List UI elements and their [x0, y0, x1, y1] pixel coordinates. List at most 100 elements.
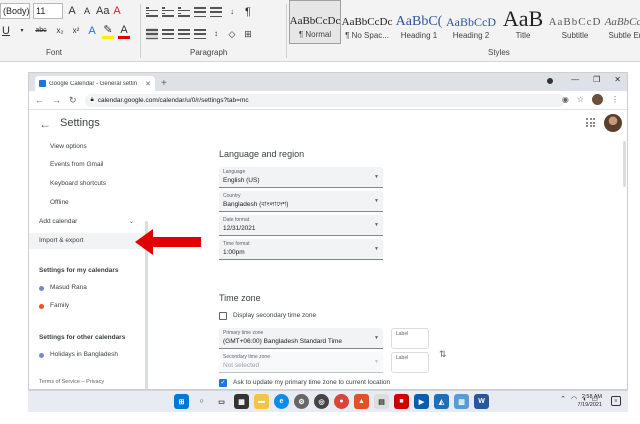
- multilevel-list-icon[interactable]: [178, 6, 190, 18]
- shading-icon[interactable]: ◇: [226, 26, 238, 42]
- photos-icon[interactable]: ◭: [434, 394, 449, 409]
- sidebar-item-offline[interactable]: Offline: [50, 199, 69, 206]
- subscript-icon[interactable]: x₂: [54, 23, 66, 39]
- sidebar-item-keyboard-shortcuts[interactable]: Keyboard shortcuts: [50, 180, 106, 187]
- swap-time-zones-icon[interactable]: ⇅: [439, 349, 447, 360]
- lock-icon: 🔒︎: [90, 96, 94, 103]
- task-view-icon[interactable]: ▭: [214, 394, 229, 409]
- file-explorer-icon[interactable]: ▬: [254, 394, 269, 409]
- align-right-icon[interactable]: [178, 28, 190, 40]
- back-icon[interactable]: ←: [35, 95, 44, 105]
- numbering-icon[interactable]: [162, 6, 174, 18]
- record-icon[interactable]: [547, 78, 553, 84]
- secondary-time-zone-select[interactable]: Secondary time zone Not selected ▼: [219, 352, 383, 373]
- style-name: Subtle Em: [608, 31, 640, 40]
- decrease-indent-icon[interactable]: [194, 6, 206, 18]
- increase-indent-icon[interactable]: [210, 6, 222, 18]
- menu-dots-icon[interactable]: ⋮: [611, 95, 619, 104]
- notification-icon[interactable]: ≡: [611, 396, 621, 406]
- strikethrough-icon[interactable]: abc: [32, 23, 50, 39]
- chrome-icon[interactable]: ●: [334, 394, 349, 409]
- font-name-box[interactable]: (Body): [0, 3, 30, 19]
- date-format-select[interactable]: Date format 12/31/2021 ▼: [219, 215, 383, 236]
- forward-icon[interactable]: →: [52, 95, 61, 105]
- document-icon[interactable]: ▤: [374, 394, 389, 409]
- sidebar-item-family[interactable]: Family: [50, 302, 69, 309]
- maximize-icon[interactable]: ❐: [593, 75, 600, 84]
- sidebar-item-holidays[interactable]: Holidays in Bangladesh: [50, 351, 118, 358]
- sidebar-item-add-calendar[interactable]: Add calendar: [39, 218, 77, 225]
- view-icon[interactable]: ◉: [562, 95, 569, 104]
- superscript-icon[interactable]: x²: [70, 23, 82, 39]
- apps-grid-icon[interactable]: [586, 118, 595, 127]
- sidebar-item-import-export[interactable]: Import & export: [39, 237, 83, 244]
- close-tab-icon[interactable]: ✕: [145, 80, 151, 88]
- new-tab-icon[interactable]: +: [161, 76, 167, 91]
- grow-font-icon[interactable]: A: [66, 3, 78, 19]
- tray-chevron-icon[interactable]: ⌃: [560, 395, 566, 403]
- settings-gear-icon[interactable]: ⚙: [294, 394, 309, 409]
- secondary-label-input[interactable]: Label: [391, 352, 429, 373]
- sidebar-item-masud-rana[interactable]: Masud Rana: [50, 284, 87, 291]
- avatar[interactable]: [604, 114, 622, 132]
- style-no-spacing[interactable]: AaBbCcDc ¶ No Spac...: [341, 0, 393, 44]
- edge-icon[interactable]: e: [274, 394, 289, 409]
- style-heading-1[interactable]: AaBbC( Heading 1: [393, 0, 445, 44]
- close-window-icon[interactable]: ✕: [614, 75, 621, 84]
- browser-tab[interactable]: Google Calendar - General settin ✕: [35, 76, 155, 91]
- country-select[interactable]: Country Bangladesh (বাংলাদেশ) ▼: [219, 191, 383, 212]
- sort-icon[interactable]: ↓: [226, 4, 238, 20]
- style-normal[interactable]: AaBbCcDc ¶ Normal: [289, 0, 341, 44]
- app-icon[interactable]: ◎: [314, 394, 329, 409]
- change-case-icon[interactable]: Aa: [96, 3, 109, 19]
- ask-update-checkbox[interactable]: ✓: [219, 379, 227, 387]
- calculator-icon[interactable]: ▥: [454, 394, 469, 409]
- shrink-font-icon[interactable]: A: [81, 3, 93, 19]
- chevron-down-icon[interactable]: ⌄: [129, 218, 134, 225]
- widgets-icon[interactable]: ▦: [234, 394, 249, 409]
- style-subtitle[interactable]: AaBbCcD Subtitle: [549, 0, 601, 44]
- profile-avatar-icon[interactable]: [592, 94, 603, 105]
- footer-links[interactable]: Terms of Service – Privacy: [39, 379, 104, 385]
- borders-icon[interactable]: ⊞: [242, 26, 254, 42]
- style-heading-2[interactable]: AaBbCcD Heading 2: [445, 0, 497, 44]
- format-dropdown-icon[interactable]: ▾: [16, 23, 28, 39]
- justify-icon[interactable]: [194, 28, 206, 40]
- windows-start-icon[interactable]: ⊞: [174, 394, 189, 409]
- underline-icon[interactable]: U: [0, 23, 12, 39]
- align-left-icon[interactable]: [146, 28, 158, 40]
- style-subtle-emphasis[interactable]: AaBbCcD Subtle Em: [601, 0, 640, 44]
- taskbar-clock[interactable]: 2:58 AM 7/19/2021: [578, 393, 602, 409]
- text-effects-icon[interactable]: A: [86, 23, 98, 39]
- reload-icon[interactable]: ↻: [69, 95, 77, 106]
- primary-label-input[interactable]: Label: [391, 328, 429, 349]
- highlight-icon[interactable]: ✎: [102, 24, 114, 39]
- style-title[interactable]: AaB Title: [497, 0, 549, 44]
- pdf-icon[interactable]: ▲: [354, 394, 369, 409]
- primary-time-zone-select[interactable]: Primary time zone (GMT+06:00) Bangladesh…: [219, 328, 383, 349]
- align-center-icon[interactable]: [162, 28, 174, 40]
- media-player-icon[interactable]: ▶: [414, 394, 429, 409]
- time-format-select[interactable]: Time format 1:00pm ▼: [219, 239, 383, 260]
- field-value: Not selected: [223, 362, 260, 369]
- font-size-box[interactable]: 11: [33, 3, 63, 19]
- sidebar-item-events-from-gmail[interactable]: Events from Gmail: [50, 161, 103, 168]
- clear-format-icon[interactable]: A: [111, 3, 123, 19]
- minimize-icon[interactable]: —: [571, 75, 579, 84]
- show-marks-icon[interactable]: ¶: [242, 4, 254, 20]
- display-secondary-checkbox[interactable]: [219, 312, 227, 320]
- main-scrollbar[interactable]: [623, 141, 626, 187]
- network-icon[interactable]: ◠: [571, 395, 577, 403]
- back-arrow-icon[interactable]: ←: [39, 117, 51, 131]
- address-bar[interactable]: 🔒︎ calendar.google.com/calendar/u/0/r/se…: [84, 93, 565, 107]
- line-spacing-icon[interactable]: ↕: [210, 26, 222, 42]
- video-app-icon[interactable]: ■: [394, 394, 409, 409]
- bullets-icon[interactable]: [146, 6, 158, 18]
- bookmark-star-icon[interactable]: ☆: [577, 95, 584, 104]
- search-icon[interactable]: ○: [194, 394, 209, 409]
- language-select[interactable]: Language English (US) ▼: [219, 167, 383, 188]
- sidebar-item-view-options[interactable]: View options: [50, 143, 87, 150]
- font-color-icon[interactable]: A: [118, 24, 130, 39]
- word-icon[interactable]: W: [474, 394, 489, 409]
- dropdown-arrow-icon: ▼: [374, 222, 379, 228]
